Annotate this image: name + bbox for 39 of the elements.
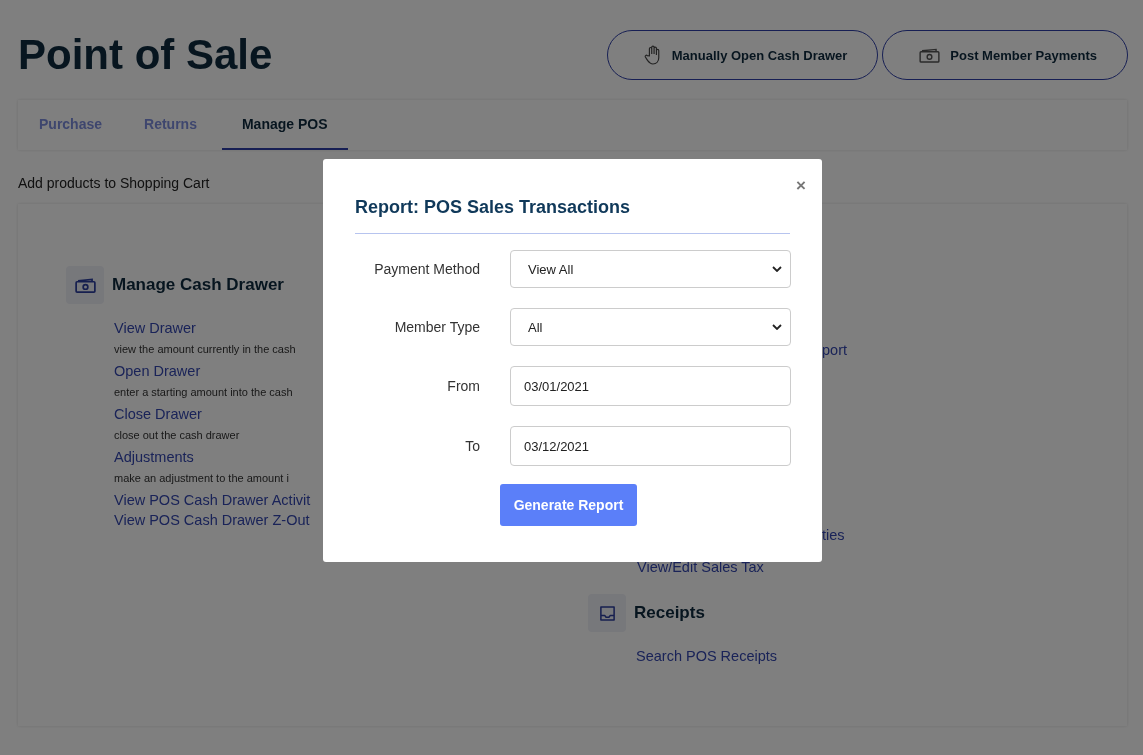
cash-icon [919, 47, 941, 63]
description: close out the cash drawer [114, 428, 240, 443]
description: view the amount currently in the cash [114, 342, 296, 357]
description: make an adjustment to the amount i [114, 471, 289, 486]
link[interactable]: Close Drawer [114, 404, 202, 424]
header-button[interactable]: Post Member Payments [882, 30, 1128, 80]
link[interactable]: Search POS Receipts [636, 646, 778, 666]
tab[interactable]: Returns [127, 100, 214, 150]
link[interactable]: View POS Cash Drawer Activit [114, 490, 311, 510]
close-button[interactable]: × [796, 176, 806, 196]
hand-icon [643, 45, 662, 65]
dialog-title: Report: POS Sales Transactions [355, 197, 632, 218]
field-label: Member Type [393, 319, 480, 335]
tab[interactable]: Manage POS [221, 100, 348, 150]
link[interactable]: Adjustments [114, 447, 194, 467]
section-title: Receipts [634, 603, 705, 623]
tab[interactable]: Purchase [22, 100, 120, 150]
link[interactable]: View Drawer [114, 318, 196, 338]
date-field[interactable]: 03/01/2021 [510, 366, 791, 406]
field-label: To [464, 438, 480, 454]
generate-report-button[interactable]: Generate Report [499, 484, 638, 526]
page-title: Point of Sale [18, 31, 273, 79]
chevron-down-icon [772, 266, 782, 272]
subtitle: Add products to Shopping Cart [18, 175, 210, 191]
select-field[interactable]: View All [510, 250, 791, 288]
select-field[interactable]: All [510, 308, 791, 346]
inbox-icon [588, 594, 626, 632]
field-label: Payment Method [373, 261, 480, 277]
date-field[interactable]: 03/12/2021 [510, 426, 791, 466]
description: enter a starting amount into the cash [114, 385, 293, 400]
link[interactable]: ties [822, 525, 845, 545]
cash-icon [66, 266, 104, 304]
field-label: From [446, 378, 480, 394]
link[interactable]: Open Drawer [114, 361, 201, 381]
chevron-down-icon [772, 324, 782, 330]
section-title: Manage Cash Drawer [112, 275, 284, 295]
link[interactable]: View POS Cash Drawer Z-Out [114, 510, 310, 530]
header-button[interactable]: Manually Open Cash Drawer [606, 30, 879, 80]
link[interactable]: port [822, 340, 847, 360]
